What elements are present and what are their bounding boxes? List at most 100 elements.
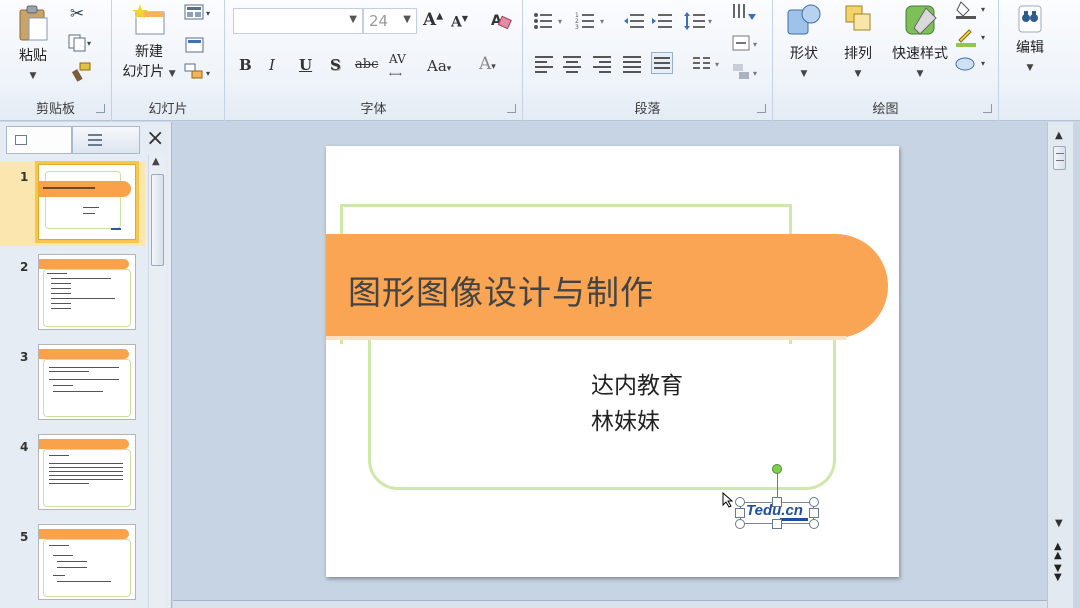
- align-right-button[interactable]: [593, 56, 611, 73]
- editing-dropdown-icon[interactable]: ▼: [1027, 63, 1034, 73]
- shrink-font-button[interactable]: A▼: [451, 13, 468, 31]
- svg-text:▾: ▾: [206, 9, 210, 18]
- grow-font-button[interactable]: A▲: [423, 10, 443, 30]
- resize-handle-tr[interactable]: [809, 497, 819, 507]
- new-slide-dropdown-icon[interactable]: ▼: [169, 69, 176, 79]
- section-icon[interactable]: ▾: [184, 62, 214, 84]
- distributed-button[interactable]: [651, 52, 673, 74]
- shrink-font-label: A: [451, 14, 462, 31]
- underline-button[interactable]: U: [299, 56, 312, 74]
- resize-handle-br[interactable]: [809, 519, 819, 529]
- resize-handle-l[interactable]: [735, 508, 745, 518]
- smartart-icon[interactable]: ▾: [731, 62, 761, 84]
- editor-scrollbar-thumb[interactable]: [1053, 146, 1066, 170]
- font-size-combo[interactable]: 24 ▼: [363, 8, 417, 34]
- align-center-button[interactable]: [563, 56, 581, 73]
- slides-panel-scrollbar[interactable]: ▲: [148, 154, 165, 608]
- clear-formatting-icon[interactable]: A: [489, 10, 513, 32]
- font-dialog-launcher[interactable]: [507, 104, 516, 113]
- scrollbar-thumb[interactable]: [151, 174, 164, 266]
- cut-icon[interactable]: ✂: [70, 4, 84, 24]
- tab-slides[interactable]: [6, 126, 72, 154]
- shape-fill-icon[interactable]: ▾: [955, 0, 991, 20]
- font-name-combo[interactable]: ▼: [233, 8, 363, 34]
- editor-scrollbar[interactable]: ▲ ▼ ▲ ▲ ▼ ▼: [1047, 122, 1073, 608]
- shape-outline-icon[interactable]: ▾: [955, 26, 991, 48]
- columns-icon[interactable]: ▾: [693, 56, 723, 72]
- layout-icon[interactable]: ▾: [184, 4, 214, 22]
- current-slide[interactable]: 图形图像设计与制作 达内教育 林妹妹 Tedu.cn: [326, 146, 899, 577]
- quick-styles-button[interactable]: 快速样式 ▼: [885, 2, 955, 80]
- slide-thumbnail-2[interactable]: 2: [0, 252, 145, 332]
- slide-thumbnail-5[interactable]: 5: [0, 522, 145, 602]
- slide-thumbnail-1[interactable]: 1: [0, 162, 145, 246]
- scroll-up-icon[interactable]: ▲: [1055, 130, 1063, 141]
- arrange-label: 排列: [844, 46, 872, 62]
- scroll-up-icon[interactable]: ▲: [152, 156, 160, 167]
- italic-button[interactable]: I: [269, 56, 275, 74]
- font-size-dropdown-icon[interactable]: ▼: [403, 14, 411, 25]
- shadow-button[interactable]: S: [330, 56, 341, 74]
- slide-preview: [38, 254, 136, 330]
- justify-button[interactable]: [623, 56, 641, 73]
- strikethrough-button[interactable]: abc: [355, 57, 378, 72]
- arrange-dropdown-icon[interactable]: ▼: [855, 69, 862, 79]
- shapes-label: 形状: [790, 46, 818, 62]
- font-name-dropdown-icon[interactable]: ▼: [349, 14, 357, 25]
- svg-text:▾: ▾: [981, 33, 985, 42]
- shapes-dropdown-icon[interactable]: ▼: [801, 69, 808, 79]
- bullets-icon[interactable]: ▾: [533, 12, 567, 30]
- subtitle-line-1[interactable]: 达内教育: [591, 366, 683, 400]
- previous-slide-icon[interactable]: ▲ ▲: [1054, 542, 1062, 561]
- resize-handle-bl[interactable]: [735, 519, 745, 529]
- character-spacing-button[interactable]: AV ⟷: [389, 52, 406, 80]
- bold-button[interactable]: B: [239, 56, 252, 74]
- slide-preview: [38, 344, 136, 420]
- decrease-indent-icon[interactable]: [623, 12, 645, 30]
- text-direction-icon[interactable]: [731, 2, 761, 24]
- slide-number: 1: [20, 170, 29, 184]
- arrange-button[interactable]: 排列 ▼: [835, 2, 881, 80]
- svg-text:▾: ▾: [981, 5, 985, 14]
- close-panel-icon[interactable]: ×: [146, 126, 164, 151]
- align-text-icon[interactable]: ▾: [731, 34, 761, 54]
- rotation-handle[interactable]: [772, 464, 782, 474]
- font-color-button[interactable]: A▾: [479, 54, 496, 74]
- resize-handle-t[interactable]: [772, 497, 782, 507]
- reset-slide-icon[interactable]: [184, 34, 206, 54]
- resize-handle-r[interactable]: [809, 508, 819, 518]
- editing-button[interactable]: 编辑 ▼: [1007, 2, 1053, 74]
- align-left-button[interactable]: [535, 56, 553, 73]
- slide-title[interactable]: 图形图像设计与制作: [348, 266, 654, 314]
- line-spacing-icon[interactable]: ▾: [683, 10, 717, 32]
- tedu-logo-image[interactable]: Tedu.cn: [735, 464, 819, 529]
- increase-indent-icon[interactable]: [651, 12, 673, 30]
- copy-icon[interactable]: ▾: [68, 34, 92, 52]
- subtitle-line-2[interactable]: 林妹妹: [591, 402, 660, 436]
- paragraph-dialog-launcher[interactable]: [757, 104, 766, 113]
- rotation-stem: [777, 472, 778, 498]
- shapes-button[interactable]: 形状 ▼: [781, 2, 827, 80]
- paste-icon: [19, 5, 48, 41]
- paste-dropdown-icon[interactable]: ▼: [30, 71, 37, 81]
- change-case-button[interactable]: Aa▾: [427, 57, 451, 75]
- shape-effects-icon[interactable]: ▾: [955, 54, 991, 72]
- paste-button[interactable]: 粘贴 ▼: [8, 4, 58, 82]
- slides-group-label: 幻灯片: [148, 102, 188, 117]
- new-slide-button[interactable]: 新建 幻灯片 ▼: [118, 2, 180, 84]
- tab-outline[interactable]: [72, 126, 140, 154]
- slide-thumbnail-3[interactable]: 3: [0, 342, 145, 422]
- quick-styles-dropdown-icon[interactable]: ▼: [917, 69, 924, 79]
- clipboard-dialog-launcher[interactable]: [96, 104, 105, 113]
- numbering-icon[interactable]: 1 2 3 ▾: [575, 12, 609, 30]
- character-spacing-label: AV: [389, 52, 406, 66]
- new-slide-label-1: 新建: [135, 44, 163, 60]
- resize-handle-b[interactable]: [772, 519, 782, 529]
- scroll-down-icon[interactable]: ▼: [1055, 518, 1063, 529]
- format-painter-icon[interactable]: [70, 62, 92, 82]
- slide-thumbnail-4[interactable]: 4: [0, 432, 145, 512]
- notes-pane-edge: [173, 600, 1047, 608]
- drawing-dialog-launcher[interactable]: [983, 104, 992, 113]
- next-slide-icon[interactable]: ▼ ▼: [1054, 564, 1062, 583]
- ribbon: 粘贴 ▼ ✂ ▾ 剪贴板 新建 幻灯片 ▼ ▾ ▾ 幻灯片 ▼ 24 ▼ A▲ …: [0, 0, 1080, 121]
